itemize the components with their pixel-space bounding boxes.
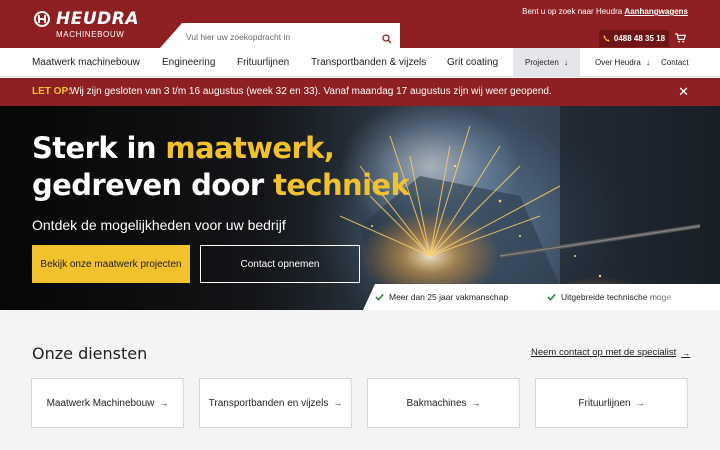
projects-button[interactable]: Bekijk onze maatwerk projecten [32, 245, 190, 283]
usp-fade [640, 284, 720, 310]
nav-item-contact[interactable]: Contact [661, 48, 689, 77]
cart-icon [674, 33, 686, 43]
tagline-text: Bent u op zoek naar Heudra [522, 7, 623, 16]
logo-name: HEUDRA [56, 9, 140, 29]
service-card-label: Frituurlijnen [578, 397, 631, 409]
service-card-frituurlijnen[interactable]: Frituurlijnen → [535, 378, 688, 428]
services-title: Onze diensten [32, 344, 148, 363]
service-card-label: Maatwerk Machinebouw [46, 397, 155, 409]
nav-item-projecten[interactable]: Projecten ↓ [513, 48, 580, 77]
hero-section: Sterk in maatwerk, gedreven door technie… [0, 106, 720, 310]
nav-item-frituurlijnen[interactable]: Frituurlijnen [237, 48, 289, 77]
contact-button[interactable]: Contact opnemen [200, 245, 360, 283]
service-card-bakmachines[interactable]: Bakmachines → [367, 378, 520, 428]
checkmark-icon [375, 293, 384, 301]
service-card-maatwerk[interactable]: Maatwerk Machinebouw → [31, 378, 184, 428]
main-navigation: Maatwerk machinebouw Engineering Frituur… [0, 48, 720, 77]
tagline: Bent u op zoek naar Heudra Aanhangwagens [522, 7, 688, 16]
hero-title-line2-b: techniek [273, 168, 410, 202]
hero-subtitle: Ontdek de mogelijkheden voor uw bedrijf [32, 217, 286, 233]
aanhangwagens-link[interactable]: Aanhangwagens [624, 7, 688, 16]
hero-title-line2-a: gedreven door [32, 168, 274, 202]
top-bar: HEUDRA MACHINEBOUW Bent u op zoek naar H… [0, 0, 720, 48]
hero-title-line1-a: Sterk in [32, 131, 166, 165]
chevron-down-icon: ↓ [646, 58, 651, 67]
search-icon[interactable] [382, 34, 392, 44]
phone-button[interactable]: 0488 48 35 18 [599, 30, 669, 47]
specialist-link[interactable]: Neem contact op met de specialist → [531, 347, 690, 358]
nav-item-grit-coating[interactable]: Grit coating [447, 48, 498, 77]
arrow-right-icon: → [681, 347, 691, 358]
nav-item-transportbanden[interactable]: Transportbanden & vijzels [311, 48, 426, 77]
phone-number: 0488 48 35 18 [613, 34, 666, 43]
hero-title: Sterk in maatwerk, gedreven door technie… [32, 130, 410, 204]
notice-banner: LET OP: Wij zijn gesloten van 3 t/m 16 a… [0, 78, 720, 106]
close-icon[interactable]: ✕ [678, 78, 689, 106]
arrow-right-icon: → [471, 398, 481, 408]
nav-item-maatwerk-machinebouw[interactable]: Maatwerk machinebouw [32, 48, 140, 77]
chevron-down-icon: ↓ [564, 58, 569, 67]
usp-text: Meer dan 25 jaar vakmanschap [389, 292, 509, 302]
nav-over-label: Over Heudra [595, 58, 641, 67]
arrow-right-icon: → [333, 398, 343, 408]
notice-label: LET OP: [32, 86, 72, 97]
logo-mark-icon [34, 11, 50, 27]
nav-projecten-label: Projecten [524, 58, 559, 67]
arrow-right-icon: → [159, 398, 169, 408]
phone-icon [603, 35, 610, 42]
nav-item-engineering[interactable]: Engineering [162, 48, 215, 77]
service-card-transportbanden[interactable]: Transportbanden en vijzels → [199, 378, 352, 428]
notice-text: Wij zijn gesloten van 3 t/m 16 augustus … [70, 86, 552, 97]
checkmark-icon [547, 293, 556, 301]
hero-title-line1-b: maatwerk, [165, 131, 335, 165]
specialist-link-label: Neem contact op met de specialist [531, 347, 677, 358]
service-card-label: Bakmachines [406, 397, 467, 409]
arrow-right-icon: → [635, 398, 645, 408]
cart-button[interactable] [670, 29, 690, 47]
service-card-label: Transportbanden en vijzels [208, 397, 329, 409]
logo-subtitle: MACHINEBOUW [56, 30, 125, 39]
nav-item-over-heudra[interactable]: Over Heudra ↓ [595, 48, 650, 77]
usp-item: Meer dan 25 jaar vakmanschap [375, 292, 508, 302]
search-input[interactable] [186, 29, 376, 45]
